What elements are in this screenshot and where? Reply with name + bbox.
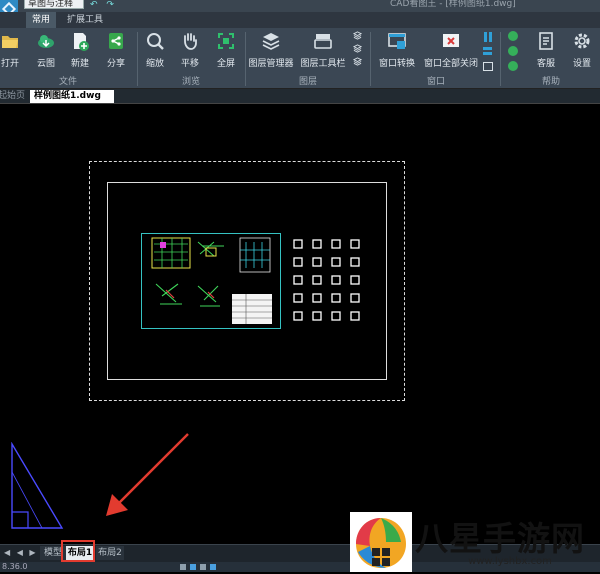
share-button-label: 分享: [106, 59, 125, 69]
watermark-url: www.lyshbx.com: [468, 556, 552, 567]
tile-vertical-icon: [484, 32, 487, 42]
share-button[interactable]: 分享: [98, 30, 134, 70]
layer-toolbar-icon: [314, 34, 332, 49]
layer-stack-icon: [353, 57, 362, 66]
tile-horizontal-icon: [483, 47, 492, 50]
new-file-icon: [74, 33, 89, 51]
highlight-box: [61, 540, 95, 562]
cloud-icon: [38, 35, 54, 48]
layout-viewport[interactable]: [141, 233, 281, 329]
customer-service-button[interactable]: 客服: [528, 30, 564, 70]
fullscreen-icon: [218, 33, 234, 49]
group-label-window: 窗口: [426, 77, 445, 87]
cloud-drawing-label: 云图: [36, 59, 55, 69]
zoom-button[interactable]: 缩放: [137, 30, 173, 70]
info-icon: [508, 61, 518, 71]
fullscreen-button-label: 全屏: [216, 59, 235, 69]
layer-stack-icon: [353, 31, 362, 40]
layer-manager-button[interactable]: 图层管理器: [246, 30, 296, 70]
layer-manager-label: 图层管理器: [248, 59, 294, 69]
close-all-windows-label: 窗口全部关闭: [423, 59, 478, 69]
help-mini-tools[interactable]: [506, 31, 520, 73]
layer-manager-icon: [262, 33, 280, 50]
ucs-triangle-icon: [11, 442, 64, 529]
drawing-content-preview: [151, 237, 272, 324]
group-label-file: 文件: [58, 77, 77, 87]
customer-service-label: 客服: [536, 59, 555, 69]
layer-toolbar-label: 图层工具栏: [300, 59, 346, 69]
annotation-arrow: [106, 433, 189, 516]
group-label-help: 帮助: [541, 77, 560, 87]
watermark-logo-icon: [350, 512, 412, 572]
folder-open-icon: [2, 36, 18, 48]
group-separator: [500, 32, 501, 86]
customer-service-icon: [539, 32, 553, 50]
window-switch-button[interactable]: 窗口转换: [372, 30, 422, 70]
tab-common[interactable]: 常用: [26, 12, 56, 28]
window-switch-label: 窗口转换: [378, 59, 415, 69]
open-button-label: 打开: [0, 59, 19, 69]
window-title: CAD看图王 - [样例图纸1.dwg]: [390, 0, 516, 9]
new-button-label: 新建: [70, 59, 89, 69]
layer-stack-icon: [353, 44, 362, 53]
group-label-browse: 浏览: [181, 77, 200, 87]
help-icon: [508, 46, 518, 56]
legend-symbol-grid: [293, 239, 360, 321]
pan-button[interactable]: 平移: [172, 30, 208, 70]
cascade-icon: [483, 62, 493, 71]
group-separator: [370, 32, 371, 86]
window-switch-icon: [388, 33, 406, 49]
settings-button[interactable]: 设置: [564, 30, 600, 70]
workspace-select[interactable]: 草图与注释: [24, 0, 84, 9]
settings-gear-icon: [574, 33, 590, 49]
coordinate-readout: 8.36.0: [2, 562, 28, 571]
window-mini-tools[interactable]: [482, 32, 494, 72]
close-all-windows-button[interactable]: 窗口全部关闭: [422, 30, 480, 70]
new-button[interactable]: 新建: [62, 30, 98, 70]
doc-tab-drawing[interactable]: 样例图纸1.dwg: [30, 90, 114, 103]
pan-button-label: 平移: [180, 59, 199, 69]
cloud-drawing-button[interactable]: 云图: [28, 30, 64, 70]
quick-access-icons[interactable]: ↶ ↷ ▾: [90, 0, 124, 20]
zoom-button-label: 缩放: [145, 59, 164, 69]
tab-extension-tools[interactable]: 扩展工具: [62, 12, 108, 28]
tab-layout2[interactable]: 布局2: [96, 546, 124, 560]
tile-vertical-icon: [489, 32, 492, 42]
tile-horizontal-icon: [483, 52, 492, 55]
pan-hand-icon: [184, 33, 197, 50]
group-label-layer: 图层: [298, 77, 317, 87]
zoom-icon: [147, 33, 164, 50]
layout-nav-arrows-icon[interactable]: ◀ ◀ ▶ ▶: [4, 546, 38, 571]
share-icon: [109, 33, 123, 49]
fullscreen-button[interactable]: 全屏: [208, 30, 244, 70]
close-all-windows-icon: [443, 34, 459, 47]
status-toggle-icons[interactable]: [180, 563, 230, 571]
open-button[interactable]: 打开: [0, 30, 28, 70]
layer-mini-tools[interactable]: [352, 31, 364, 69]
refresh-icon: [508, 31, 518, 41]
layer-toolbar-button[interactable]: 图层工具栏: [298, 30, 348, 70]
settings-button-label: 设置: [572, 59, 591, 69]
